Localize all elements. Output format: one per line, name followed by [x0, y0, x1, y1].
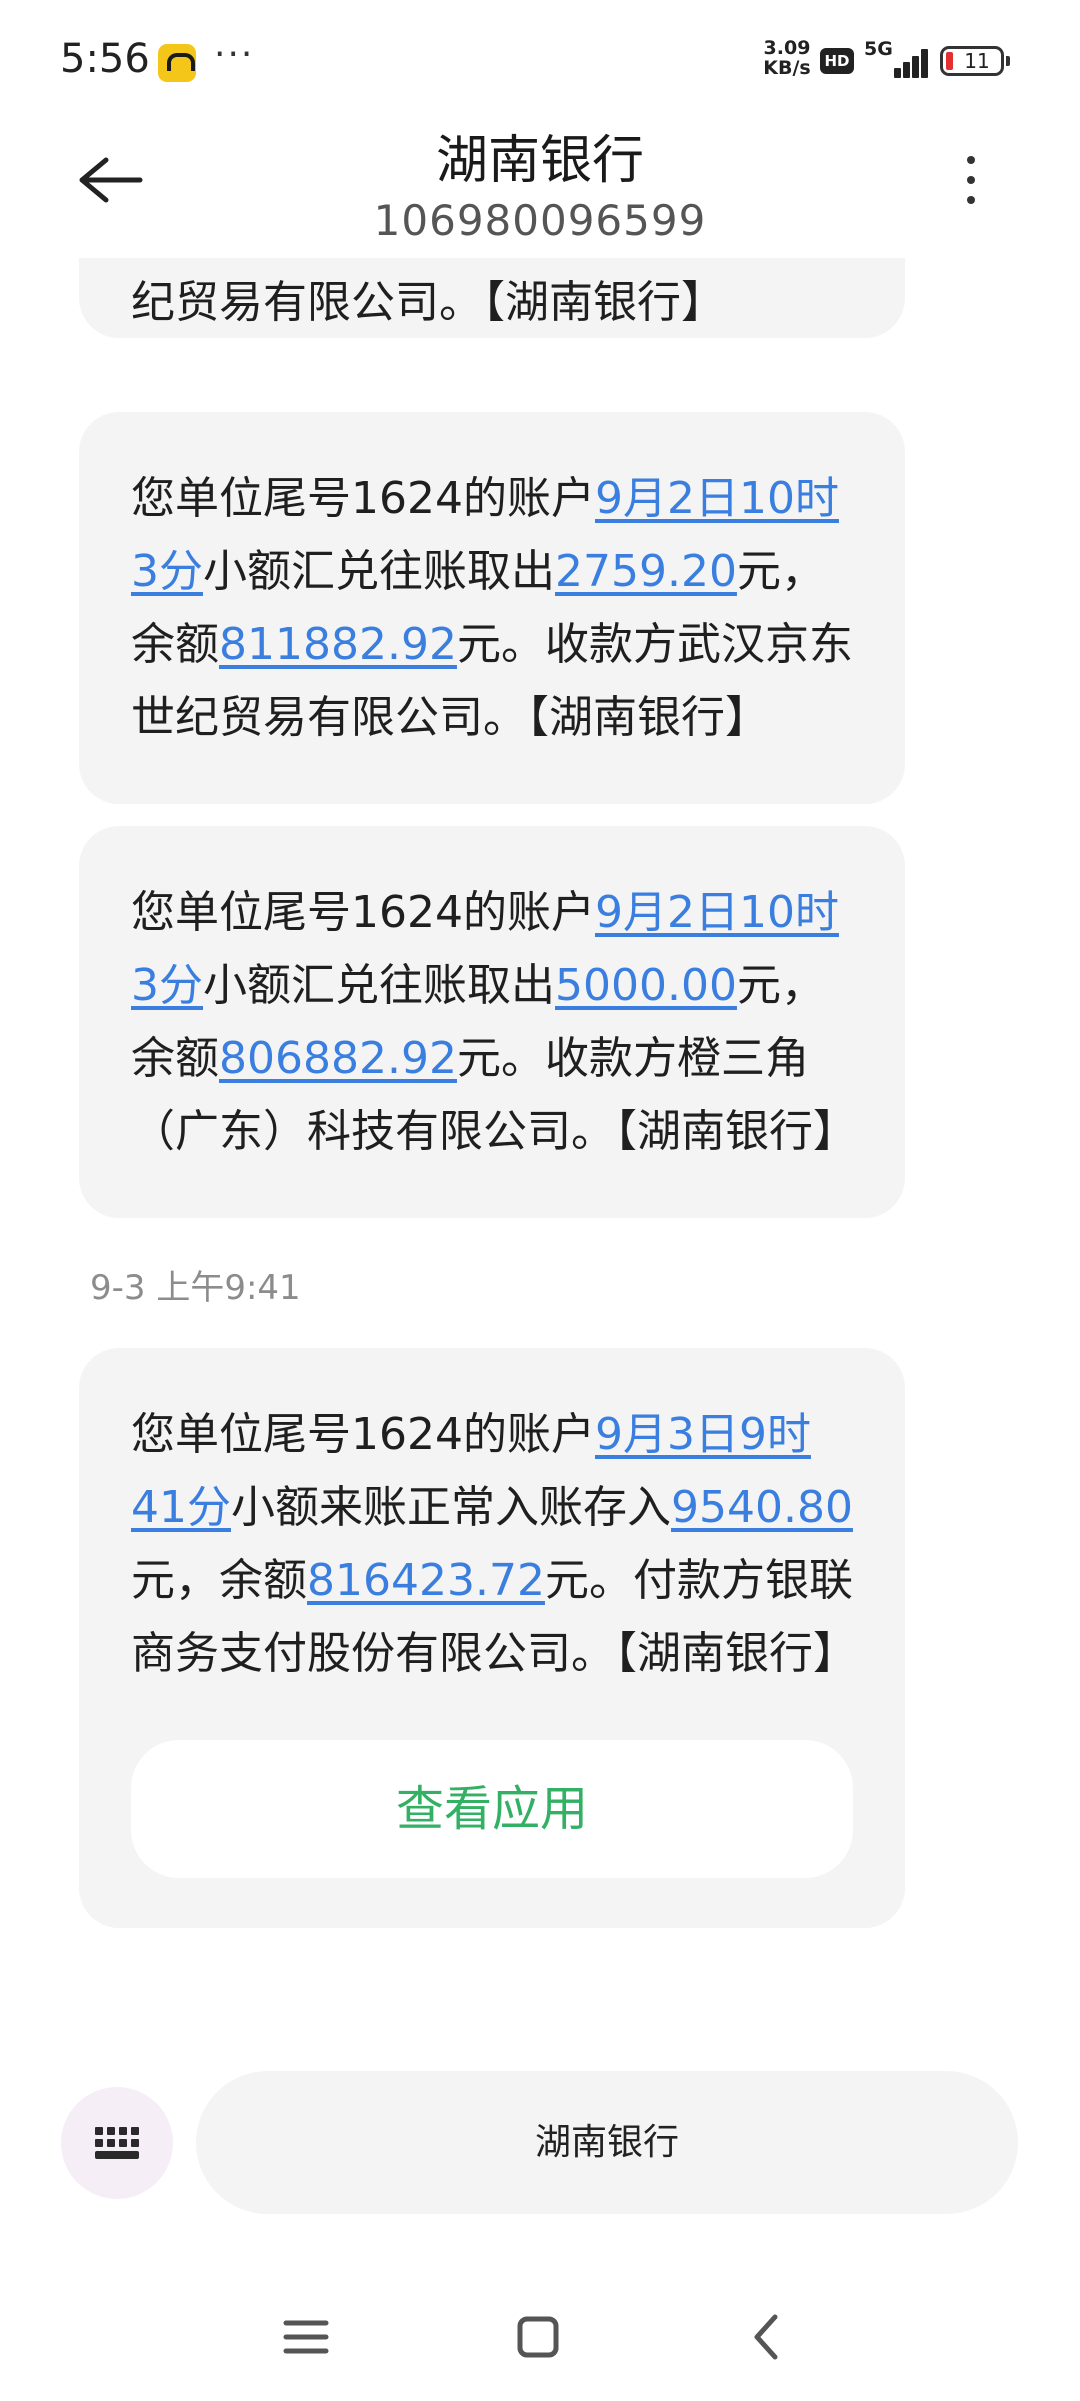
message-bubble: 您单位尾号1624的账户9月3日9时41分小额来账正常入账存入9540.80元，… [79, 1348, 905, 1928]
nav-home-button[interactable] [497, 2302, 577, 2372]
sender-number: 106980096599 [373, 196, 707, 245]
notification-app-icon [158, 44, 196, 82]
nav-menu-button[interactable] [266, 2302, 346, 2372]
message-link[interactable]: 811882.92 [219, 619, 457, 670]
conversation-title: 湖南银行 [435, 131, 644, 191]
battery-icon: 11 [940, 46, 1010, 76]
status-bar: 5:56 ··· 3.09 KB/s HD 5G 11 [0, 0, 1080, 120]
message-text: 纪贸易有限公司。【湖南银行】 [131, 277, 725, 328]
message-link[interactable]: 5000.00 [555, 960, 737, 1011]
more-notifications-icon: ··· [214, 34, 255, 75]
message-text-segment: 小额汇兑往账取出 [203, 960, 555, 1011]
status-time: 5:56 [60, 36, 150, 82]
message-link[interactable]: 9540.80 [671, 1482, 853, 1533]
network-speed-value: 3.09 [763, 37, 811, 59]
keyboard-icon [95, 2127, 139, 2159]
hd-badge: HD [820, 48, 854, 74]
view-app-button[interactable]: 查看应用 [131, 1740, 853, 1878]
reply-input[interactable]: 湖南银行 [196, 2071, 1018, 2214]
message-text-segment: 小额汇兑往账取出 [203, 546, 555, 597]
back-chevron-icon [754, 2314, 778, 2360]
menu-icon [283, 2320, 329, 2354]
message-text-segment: 元，余额 [131, 1555, 307, 1606]
date-separator: 9-3 上午9:41 [90, 1268, 301, 1308]
nav-back-button[interactable] [727, 2302, 807, 2372]
message-link[interactable]: 816423.72 [307, 1555, 545, 1606]
message-link[interactable]: 806882.92 [219, 1033, 457, 1084]
network-speed: 3.09 KB/s [755, 38, 819, 78]
more-options-button[interactable] [950, 150, 990, 210]
battery-level-fill [946, 52, 953, 70]
battery-level: 11 [964, 49, 990, 73]
message-text-segment: 您单位尾号1624的账户 [131, 887, 595, 938]
message-bubble: 您单位尾号1624的账户9月2日10时3分小额汇兑往账取出2759.20元，余额… [79, 412, 905, 804]
message-text-segment: 您单位尾号1624的账户 [131, 1409, 595, 1460]
signal-icon [868, 44, 930, 78]
network-speed-unit: KB/s [763, 57, 811, 79]
message-list[interactable]: 纪贸易有限公司。【湖南银行】 您单位尾号1624的账户9月2日10时3分小额汇兑… [0, 258, 1080, 1998]
message-text: 您单位尾号1624的账户9月3日9时41分小额来账正常入账存入9540.80元，… [131, 1398, 857, 1690]
message-bubble: 纪贸易有限公司。【湖南银行】 [79, 258, 905, 338]
message-text-segment: 您单位尾号1624的账户 [131, 473, 595, 524]
keyboard-button[interactable] [61, 2087, 173, 2199]
more-vertical-icon [967, 156, 975, 164]
message-link[interactable]: 2759.20 [555, 546, 737, 597]
message-bubble: 您单位尾号1624的账户9月2日10时3分小额汇兑往账取出5000.00元，余额… [79, 826, 905, 1218]
home-square-icon [517, 2316, 559, 2358]
message-text-segment: 小额来账正常入账存入 [231, 1482, 671, 1533]
